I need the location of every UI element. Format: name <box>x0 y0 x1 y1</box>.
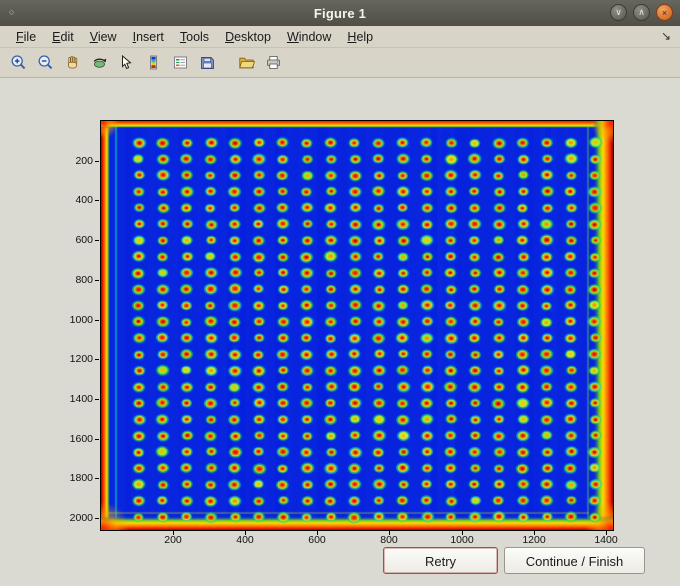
continue-finish-button[interactable]: Continue / Finish <box>504 547 645 574</box>
menu-item-edit[interactable]: Edit <box>44 28 82 46</box>
y-tick-label: 1600 <box>69 433 93 445</box>
open-folder-icon <box>238 57 255 69</box>
x-tick-label: 1200 <box>522 534 546 546</box>
pan-hand-button[interactable] <box>59 50 85 76</box>
y-tick-label: 1200 <box>69 353 93 365</box>
tick-mark <box>95 280 99 281</box>
zoom-in-button[interactable] <box>5 50 31 76</box>
minimize-button[interactable]: ∨ <box>610 4 627 21</box>
save-icon <box>200 57 214 69</box>
y-tick-label: 1000 <box>69 314 93 326</box>
window-title: Figure 1 <box>313 5 367 21</box>
tick-mark <box>95 439 99 440</box>
window-menu-icon[interactable]: ○ <box>9 8 14 17</box>
y-tick-label: 1800 <box>69 472 93 484</box>
tick-mark <box>317 531 318 535</box>
data-cursor-button[interactable] <box>113 50 139 76</box>
colorbar-button[interactable] <box>140 50 166 76</box>
figure-window: ○ Figure 1 ∨ ∧ × File Edit View Insert Tools… <box>0 0 680 586</box>
y-tick-label: 200 <box>75 155 93 167</box>
x-tick-label: 1400 <box>594 534 618 546</box>
tick-mark <box>95 478 99 479</box>
menu-item-tools[interactable]: Tools <box>172 28 217 46</box>
colorbar-icon <box>149 55 157 70</box>
titlebar[interactable]: ○ Figure 1 ∨ ∧ × <box>0 0 680 26</box>
tick-mark <box>245 531 246 535</box>
x-tick-label: 1000 <box>450 534 474 546</box>
x-tick-label: 800 <box>380 534 398 546</box>
figure-canvas-area: 200 400 600 800 1000 1200 1400 1600 1800 2000 200 4… <box>0 78 680 586</box>
legend-button[interactable] <box>167 50 193 76</box>
y-tick-label: 600 <box>75 234 93 246</box>
tick-mark <box>95 359 99 360</box>
data-cursor-icon <box>121 54 132 70</box>
menu-item-view[interactable]: View <box>82 28 125 46</box>
plot-axes: 200 400 600 800 1000 1200 1400 1600 1800 2000 200 4… <box>70 120 618 546</box>
maximize-button[interactable]: ∧ <box>633 4 650 21</box>
window-controls: ∨ ∧ × <box>610 4 673 21</box>
y-tick-label: 1400 <box>69 393 93 405</box>
menu-bar: File Edit View Insert Tools Desktop Window Help <box>0 26 680 48</box>
tick-mark <box>534 531 535 535</box>
tick-mark <box>173 531 174 535</box>
close-button[interactable]: × <box>656 4 673 21</box>
tick-mark <box>95 399 99 400</box>
tick-mark <box>95 518 99 519</box>
toolbar <box>0 48 680 78</box>
menu-item-window[interactable]: Window <box>279 28 339 46</box>
y-tick-label: 2000 <box>69 512 93 524</box>
menu-item-help[interactable]: Help <box>339 28 381 46</box>
tick-mark <box>462 531 463 535</box>
zoom-out-button[interactable] <box>32 50 58 76</box>
x-tick-label: 200 <box>164 534 182 546</box>
zoom-out-icon <box>38 55 52 70</box>
tick-mark <box>95 240 99 241</box>
microarray-image[interactable] <box>101 121 613 530</box>
open-folder-button[interactable] <box>233 50 259 76</box>
retry-button[interactable]: Retry <box>383 547 498 574</box>
menu-item-insert[interactable]: Insert <box>125 28 172 46</box>
menu-item-desktop[interactable]: Desktop <box>217 28 279 46</box>
zoom-in-icon <box>11 55 25 70</box>
x-tick-label: 400 <box>236 534 254 546</box>
x-tick-label: 600 <box>308 534 326 546</box>
rotate-3d-icon <box>93 58 106 68</box>
print-button[interactable] <box>260 50 286 76</box>
tick-mark <box>606 531 607 535</box>
legend-icon <box>173 56 187 69</box>
tick-mark <box>95 200 99 201</box>
y-tick-label: 400 <box>75 194 93 206</box>
save-button[interactable] <box>194 50 220 76</box>
pan-hand-icon <box>67 56 77 69</box>
y-tick-label: 800 <box>75 274 93 286</box>
menu-item-file[interactable]: File <box>8 28 44 46</box>
rotate-3d-button[interactable] <box>86 50 112 76</box>
dock-figure-icon[interactable]: ↘ <box>661 29 671 43</box>
tick-mark <box>95 320 99 321</box>
print-icon <box>266 56 280 69</box>
tick-mark <box>389 531 390 535</box>
tick-mark <box>95 161 99 162</box>
